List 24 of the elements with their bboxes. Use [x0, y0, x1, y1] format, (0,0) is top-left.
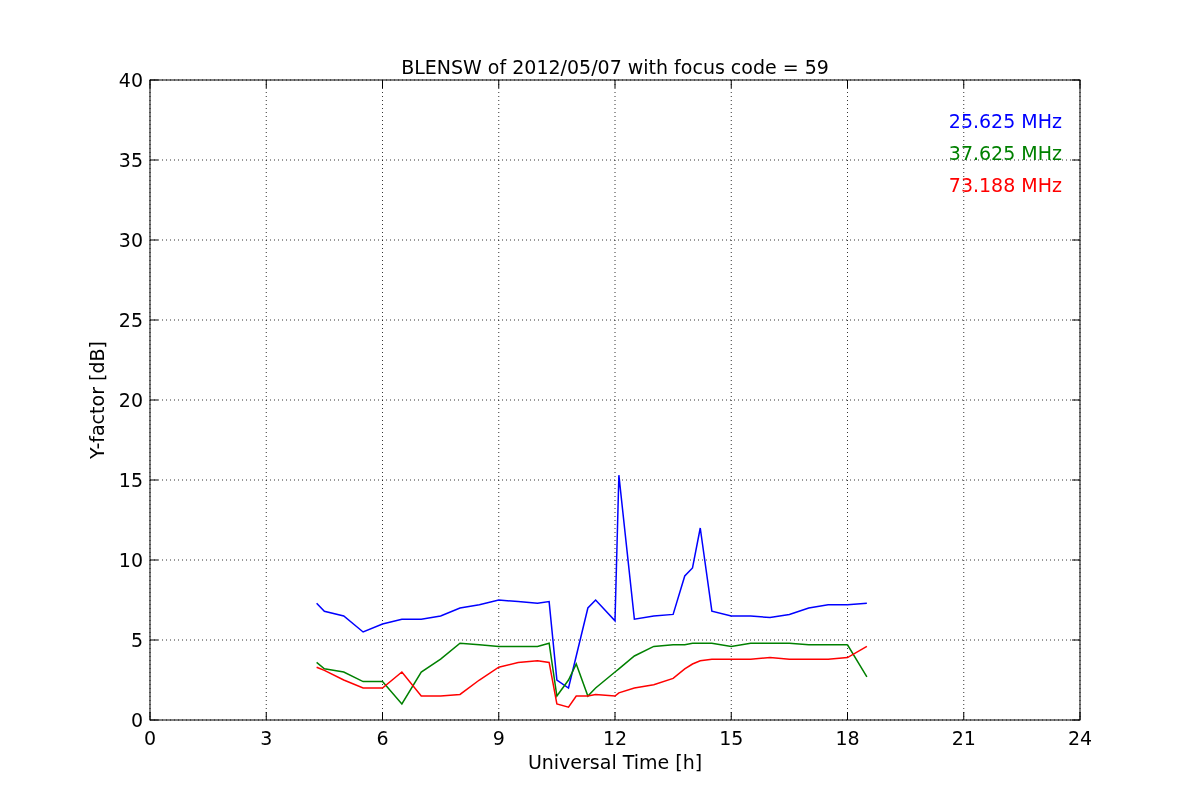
tick-label: 25	[118, 309, 143, 331]
tick-label: 40	[118, 69, 143, 91]
tick-label: 3	[260, 727, 273, 749]
tick-label: 15	[719, 727, 744, 749]
tick-label: 24	[1067, 727, 1093, 749]
tick-label: 5	[130, 629, 143, 651]
y-axis-label: Y-factor [dB]	[86, 341, 108, 459]
tick-label: 21	[951, 727, 976, 749]
tick-label: 18	[835, 727, 860, 749]
x-axis-label: Universal Time [h]	[527, 751, 703, 773]
tick-label: 30	[118, 229, 143, 251]
legend-label: 73.188 MHz	[948, 174, 1062, 196]
tick-label: 0	[130, 709, 143, 731]
tick-label: 15	[118, 469, 143, 491]
chart-title: BLENSW of 2012/05/07 with focus code = 59	[401, 56, 829, 78]
legend-label: 37.625 MHz	[948, 142, 1062, 164]
tick-label: 12	[602, 727, 628, 749]
tick-label: 20	[118, 389, 143, 411]
legend-label: 25.625 MHz	[948, 110, 1062, 132]
tick-label: 10	[118, 549, 143, 571]
tick-label: 0	[143, 727, 157, 749]
tick-label: 9	[492, 727, 505, 749]
tick-label: 6	[376, 727, 389, 749]
tick-label: 35	[118, 149, 143, 171]
